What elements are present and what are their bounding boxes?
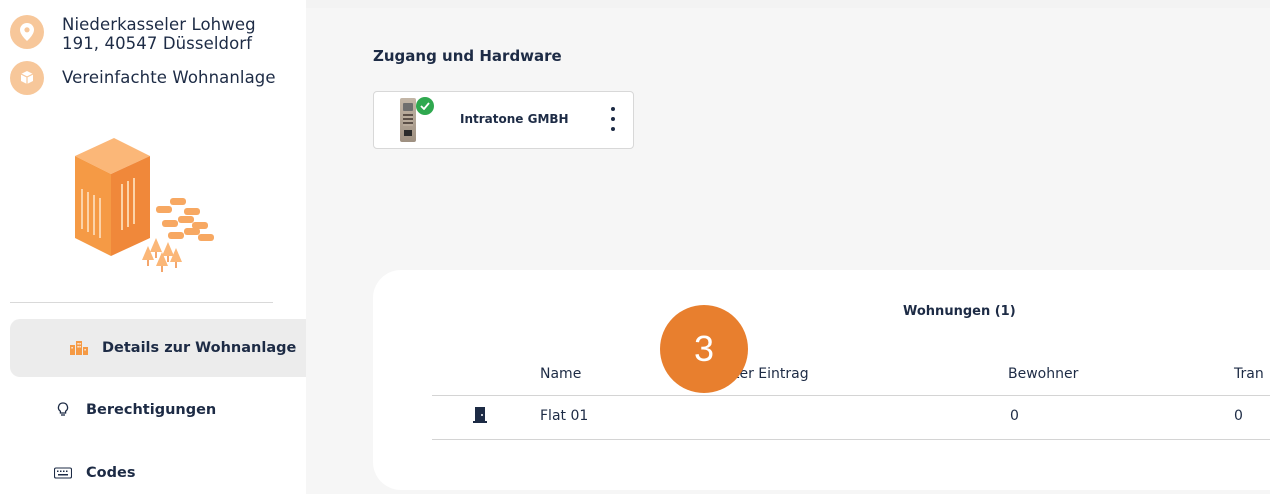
keyboard-icon (52, 462, 74, 484)
address: Niederkasseler Lohweg 191, 40547 Düsseld… (62, 15, 256, 53)
nav-item-codes[interactable]: Codes (10, 444, 306, 494)
residence-type: Vereinfachte Wohnanlage (62, 68, 276, 87)
residence-type-row: Vereinfachte Wohnanlage (10, 61, 276, 95)
column-header-entry[interactable]: ter Eintrag (734, 366, 809, 382)
address-row: Niederkasseler Lohweg 191, 40547 Düsseld… (10, 15, 256, 53)
building-icon (68, 337, 90, 359)
cell-name: Flat 01 (540, 408, 589, 424)
lightbulb-icon (52, 399, 74, 421)
nav-item-details[interactable]: Details zur Wohnanlage (10, 319, 306, 377)
nav-label-permissions: Berechtigungen (86, 402, 217, 418)
check-circle-icon (416, 97, 434, 115)
flats-title: Wohnungen (1) (903, 304, 1016, 319)
column-header-name[interactable]: Name (540, 366, 581, 382)
sidebar: Niederkasseler Lohweg 191, 40547 Düsseld… (0, 0, 306, 494)
flats-card: Wohnungen (1) Name ter Eintrag Bewohner … (373, 270, 1270, 490)
section-title: Zugang und Hardware (373, 47, 562, 65)
nav-label-details: Details zur Wohnanlage (102, 340, 297, 356)
main-panel: Zugang und Hardware Intratone GMBH Wohnu… (306, 8, 1270, 494)
intercom-device-icon (400, 98, 416, 142)
cell-residents: 0 (1010, 408, 1019, 424)
cell-trans: 0 (1234, 408, 1243, 424)
sidebar-divider (10, 302, 273, 303)
row-divider (432, 439, 1270, 440)
header-divider (432, 395, 1270, 396)
address-line2: 191, 40547 Düsseldorf (62, 34, 253, 53)
location-pin-icon (10, 15, 44, 49)
column-header-residents[interactable]: Bewohner (1008, 366, 1078, 382)
hardware-name: Intratone GMBH (460, 112, 569, 126)
residence-illustration (75, 138, 214, 272)
step-number-badge: 3 (660, 305, 748, 393)
hardware-card[interactable]: Intratone GMBH (373, 91, 634, 149)
column-header-trans[interactable]: Tran (1234, 366, 1264, 382)
nav-label-codes: Codes (86, 465, 136, 481)
box-icon (10, 61, 44, 95)
more-vertical-icon[interactable] (608, 107, 618, 131)
address-line1: Niederkasseler Lohweg (62, 15, 256, 34)
main-content: Zugang und Hardware Intratone GMBH Wohnu… (306, 0, 1270, 494)
door-icon (473, 407, 487, 423)
nav-item-permissions[interactable]: Berechtigungen (10, 381, 306, 439)
